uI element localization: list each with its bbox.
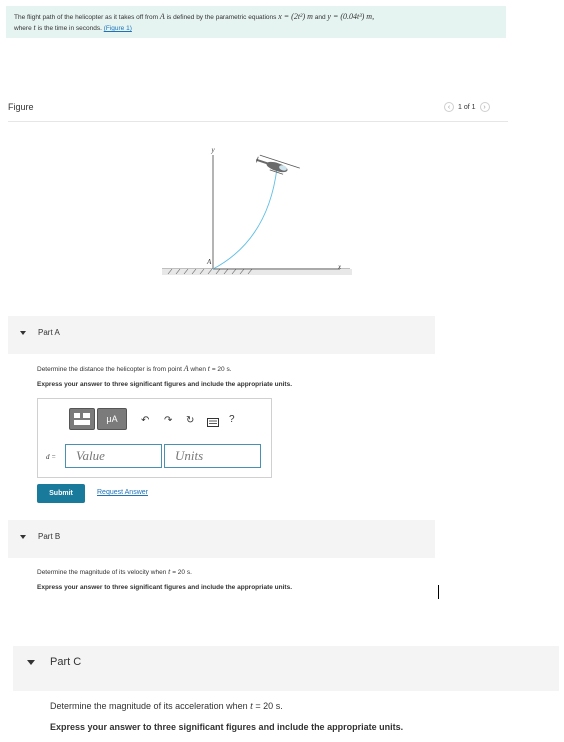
part-c-header[interactable] <box>13 646 559 691</box>
problem-line-2: where t is the time in seconds. (Figure … <box>14 23 506 34</box>
problem-text: is the time in seconds. <box>37 25 102 32</box>
submit-button[interactable]: Submit <box>37 484 85 503</box>
question-time-var: t <box>250 701 253 712</box>
problem-text: and <box>314 14 326 21</box>
variable-label: d = <box>46 453 56 461</box>
figure-title: Figure <box>8 102 34 112</box>
question-text: Determine the magnitude of its accelerat… <box>50 701 248 711</box>
part-b-question: Determine the magnitude of its velocity … <box>37 567 192 576</box>
time-variable: t <box>33 23 36 32</box>
part-c-question: Determine the magnitude of its accelerat… <box>50 701 283 712</box>
help-icon[interactable]: ? <box>229 414 235 425</box>
flight-path <box>212 167 278 270</box>
problem-line-1: The flight path of the helicopter as it … <box>14 12 506 23</box>
ground <box>162 268 352 275</box>
part-a-question: Determine the distance the helicopter is… <box>37 364 232 373</box>
problem-text: is defined by the parametric equations <box>166 14 277 21</box>
template-icon[interactable] <box>69 408 95 430</box>
chevron-right-icon[interactable]: › <box>479 102 490 112</box>
request-answer-link[interactable]: Request Answer <box>97 489 148 496</box>
part-c-instruction: Express your answer to three significant… <box>50 722 403 732</box>
part-b-header[interactable] <box>8 520 435 558</box>
question-text: when <box>190 366 206 373</box>
part-b-label: Part B <box>38 532 61 541</box>
collapse-icon[interactable] <box>20 535 26 539</box>
question-time-var: t <box>168 567 171 576</box>
redo-icon[interactable]: ↷ <box>164 415 172 426</box>
figure-link[interactable]: (Figure 1) <box>104 25 132 32</box>
units-input[interactable]: Units <box>164 444 261 468</box>
chevron-left-icon[interactable]: ‹ <box>444 102 454 112</box>
instruction-text: Express your answer to three significant… <box>37 584 292 591</box>
collapse-icon[interactable] <box>27 660 35 665</box>
question-text: = 20 s. <box>255 701 283 711</box>
helicopter-figure: y x A <box>162 146 352 275</box>
part-b-instruction: Express your answer to three significant… <box>37 584 292 591</box>
question-point: A <box>183 364 189 373</box>
point-a-label: A <box>206 258 212 266</box>
pager-text: 1 of 1 <box>458 103 476 111</box>
problem-point: A <box>159 12 165 21</box>
question-time-var: t <box>207 364 210 373</box>
helicopter-icon <box>255 154 300 175</box>
x-equation: x = (2t²) m <box>278 12 313 21</box>
problem-statement: The flight path of the helicopter as it … <box>6 6 506 38</box>
problem-text: The flight path of the helicopter as it … <box>14 14 159 21</box>
figure-pager: ‹ 1 of 1 › <box>444 102 490 112</box>
part-a-instruction: Express your answer to three significant… <box>37 381 292 388</box>
question-text: Determine the distance the helicopter is… <box>37 366 182 373</box>
y-equation: y = (0.04t³) m, <box>327 12 375 21</box>
text-cursor <box>438 585 439 599</box>
question-text: Determine the magnitude of its velocity … <box>37 569 167 576</box>
part-a-label: Part A <box>38 328 60 337</box>
answer-box: μA ↶ ↷ ↻ ? d = Value Units <box>37 398 272 478</box>
reset-icon[interactable]: ↻ <box>186 415 194 426</box>
part-c-label: Part C <box>50 656 82 668</box>
mu-a-button[interactable]: μA <box>97 408 127 430</box>
figure-divider <box>8 121 508 122</box>
problem-text: where <box>14 25 32 32</box>
instruction-text: Express your answer to three significant… <box>37 381 292 388</box>
y-axis-label: y <box>210 146 215 154</box>
collapse-icon[interactable] <box>20 331 26 335</box>
value-input[interactable]: Value <box>65 444 162 468</box>
keyboard-icon[interactable] <box>207 418 219 430</box>
question-text: = 20 s. <box>211 366 232 373</box>
part-a-header[interactable] <box>8 316 435 354</box>
undo-icon[interactable]: ↶ <box>141 415 149 426</box>
question-text: = 20 s. <box>172 569 192 576</box>
instruction-text: Express your answer to three significant… <box>50 722 404 732</box>
